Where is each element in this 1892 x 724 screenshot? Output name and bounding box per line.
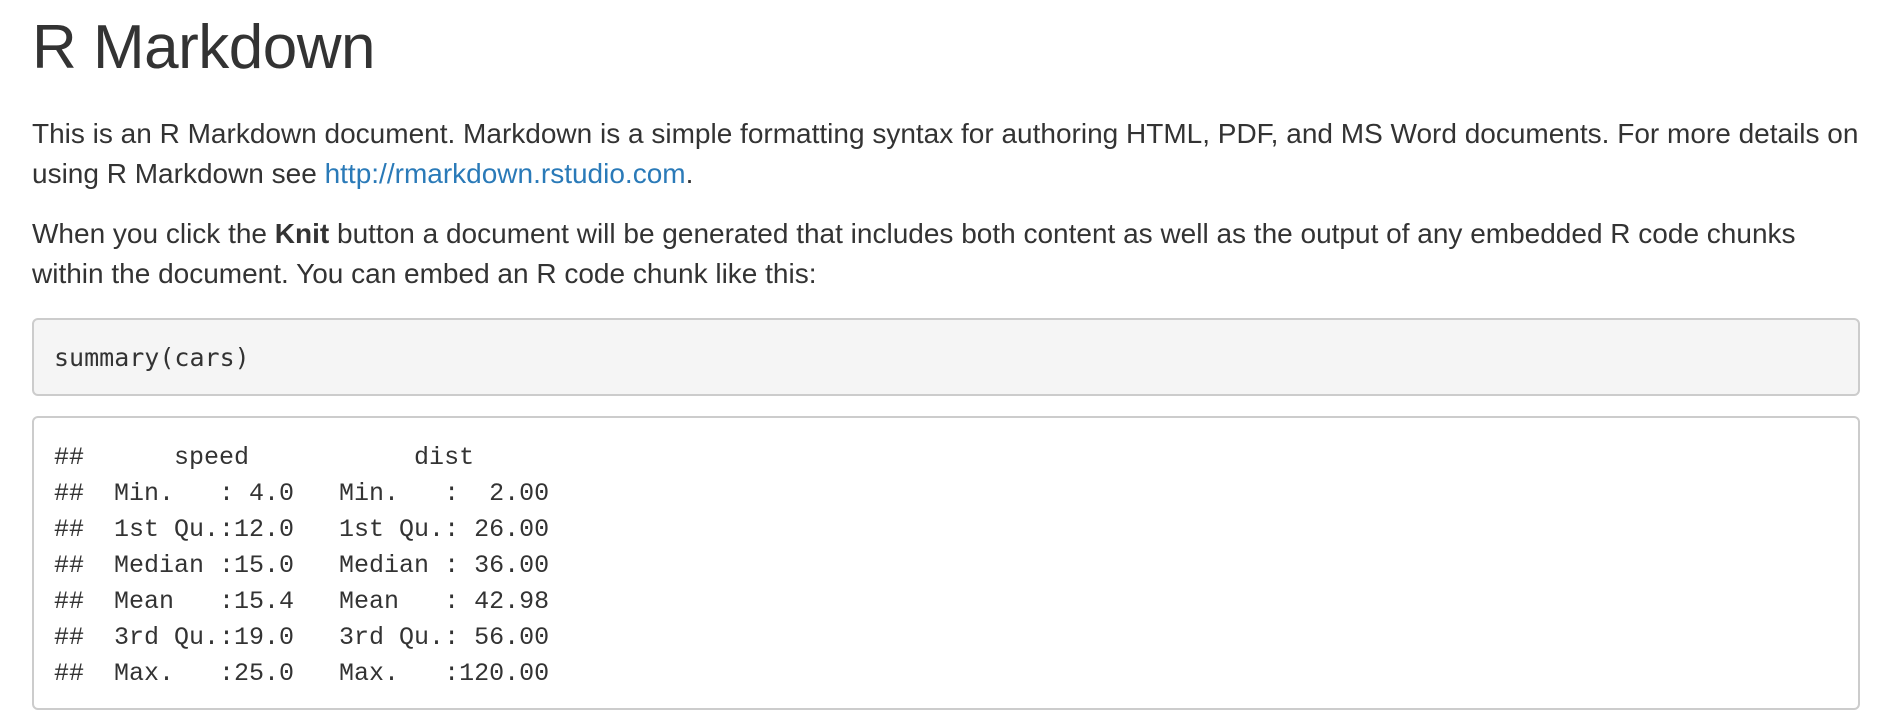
intro-text: This is an R Markdown document. Markdown… [32,118,1859,189]
page-title: R Markdown [32,13,376,82]
r-code-text: summary(cars) [54,343,250,372]
intro-paragraph: This is an R Markdown document. Markdown… [32,114,1860,194]
knit-paragraph: When you click the Knit button a documen… [32,214,1860,294]
knit-bold-text: Knit [274,218,330,249]
output-line: ## speed dist [54,443,580,472]
r-output-block: ## speed dist ## Min. : 4.0 Min. : 2.00 … [32,416,1860,710]
output-line: ## 3rd Qu.:19.0 3rd Qu.: 56.00 [54,623,580,652]
output-line: ## Mean :15.4 Mean : 42.98 [54,587,580,616]
document-body: R Markdown This is an R Markdown documen… [32,0,1860,710]
knit-text-start: When you click the [32,218,275,249]
intro-text-end: . [685,158,694,189]
rmarkdown-link[interactable]: http://rmarkdown.rstudio.com [325,158,686,189]
output-line: ## 1st Qu.:12.0 1st Qu.: 26.00 [54,515,580,544]
output-line: ## Median :15.0 Median : 36.00 [54,551,580,580]
r-code-chunk: summary(cars) [32,318,1860,396]
output-line: ## Min. : 4.0 Min. : 2.00 [54,479,580,508]
output-line: ## Max. :25.0 Max. :120.00 [54,659,580,688]
